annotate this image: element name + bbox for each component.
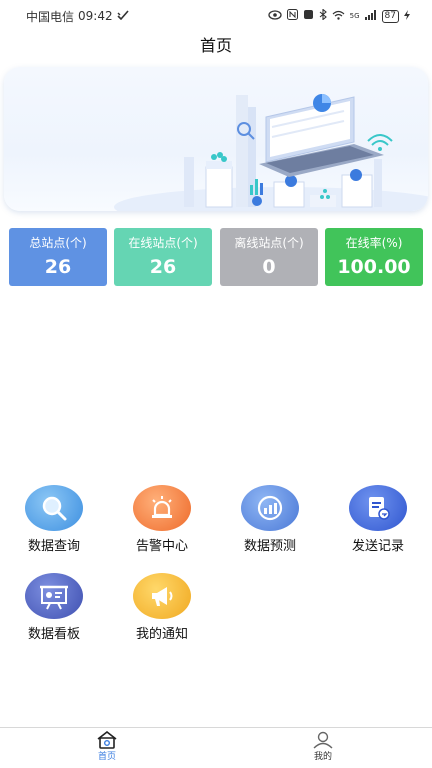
bluetooth-icon xyxy=(319,8,327,23)
stat-value: 0 xyxy=(262,256,276,278)
status-left: 中国电信 09:42 xyxy=(26,8,129,25)
eye-icon xyxy=(268,9,282,23)
alarm-light-icon xyxy=(133,485,191,531)
stat-label: 离线站点(个) xyxy=(234,236,304,250)
stat-card-total[interactable]: 总站点(个) 26 xyxy=(9,228,107,286)
stat-card-online[interactable]: 在线站点(个) 26 xyxy=(114,228,212,286)
bottom-tab-bar: 首页 我的 xyxy=(0,727,432,768)
menu-label: 数据看板 xyxy=(27,627,80,642)
stat-label: 在线站点(个) xyxy=(128,236,198,250)
chart-gauge-icon xyxy=(241,485,299,531)
stat-card-offline[interactable]: 离线站点(个) 0 xyxy=(220,228,318,286)
status-bar: 中国电信 09:42 5G 87 xyxy=(0,0,432,32)
page-title: 首页 xyxy=(199,36,232,55)
stat-card-online-rate[interactable]: 在线率(%) 100.00 xyxy=(325,228,423,286)
stat-value: 26 xyxy=(149,256,177,278)
tab-home-label: 首页 xyxy=(97,752,116,762)
megaphone-icon xyxy=(133,573,191,619)
clock: 09:42 xyxy=(78,9,113,23)
tab-home[interactable]: 首页 xyxy=(77,731,137,762)
menu-my-notifications[interactable]: 我的通知 xyxy=(122,573,202,643)
menu-label: 告警中心 xyxy=(135,539,188,554)
signal-check-icon xyxy=(117,9,129,23)
stats-row: 总站点(个) 26 在线站点(个) 26 离线站点(个) 0 在线率(%) 10… xyxy=(9,228,423,286)
stat-value: 100.00 xyxy=(337,256,411,278)
network-type: 5G xyxy=(349,12,360,20)
menu-data-query[interactable]: 数据查询 xyxy=(14,485,94,555)
dashboard-board-icon xyxy=(25,573,83,619)
battery-level: 87 xyxy=(381,9,399,23)
charging-icon xyxy=(404,9,410,23)
menu-data-prediction[interactable]: 数据预测 xyxy=(230,485,310,555)
silent-icon xyxy=(303,9,314,23)
banner-illustration xyxy=(4,67,428,211)
menu-alarm-center[interactable]: 告警中心 xyxy=(122,485,202,555)
stat-value: 26 xyxy=(44,256,72,278)
home-icon xyxy=(77,731,137,749)
magnifier-icon xyxy=(25,485,83,531)
menu-send-records[interactable]: 发送记录 xyxy=(338,485,418,555)
document-send-icon xyxy=(349,485,407,531)
user-icon xyxy=(293,731,353,749)
tab-mine[interactable]: 我的 xyxy=(293,731,353,762)
signal-bars-icon xyxy=(364,9,377,23)
menu-label: 数据预测 xyxy=(243,539,296,554)
menu-data-board[interactable]: 数据看板 xyxy=(14,573,94,643)
menu-label: 数据查询 xyxy=(27,539,80,554)
menu-label: 发送记录 xyxy=(351,539,404,554)
nfc-icon xyxy=(286,9,298,23)
wifi-icon xyxy=(332,10,345,23)
stat-label: 总站点(个) xyxy=(29,236,87,250)
tab-mine-label: 我的 xyxy=(313,752,332,762)
status-right: 5G 87 xyxy=(268,8,410,23)
carrier-name: 中国电信 xyxy=(26,9,75,24)
stat-label: 在线率(%) xyxy=(345,236,403,250)
menu-label: 我的通知 xyxy=(135,627,188,642)
